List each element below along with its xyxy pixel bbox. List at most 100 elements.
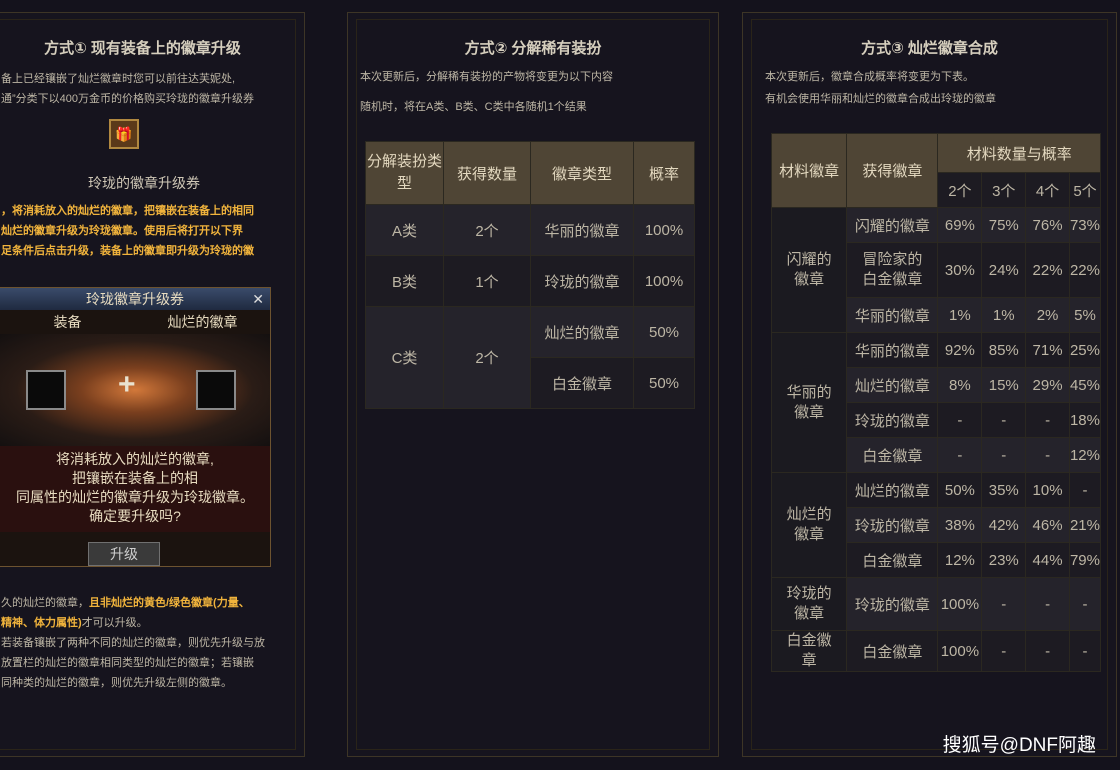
cell-prob: 46% xyxy=(1025,507,1070,543)
brilliant-badge-label: 灿烂的徽章 xyxy=(167,314,238,330)
cell-prob: 79% xyxy=(1068,542,1102,578)
cell-result: 华丽的徽章 xyxy=(846,332,939,368)
plus-icon: + xyxy=(118,368,136,401)
cell-result: 灿烂的徽章 xyxy=(846,472,939,508)
cell-prob: - xyxy=(1068,577,1102,631)
cell-prob: - xyxy=(1025,630,1070,672)
cell-result: 华丽的徽章 xyxy=(846,297,939,333)
cell-prob: 1% xyxy=(981,297,1027,333)
cell-result: 闪耀的徽章 xyxy=(846,207,939,243)
cell-prob: 30% xyxy=(937,242,983,298)
equipment-label: 装备 xyxy=(53,314,82,330)
cell-material: 玲珑的徽章 xyxy=(770,577,848,631)
cell-material: 灿烂的徽章 xyxy=(770,472,848,578)
panel-badge-upgrade: 方式① 现有装备上的徽章升级 备上已经镶嵌了灿烂徽章时您可以前往达芙妮处, 通”… xyxy=(0,12,305,757)
cell-prob: 2% xyxy=(1025,297,1070,333)
synthesis-table: 材料徽章 获得徽章 材料数量与概率 2个 3个 4个 5个 闪耀的徽章 闪耀的徽章… xyxy=(770,133,1102,672)
cell-prob: 44% xyxy=(1025,542,1070,578)
cell-type: B类 xyxy=(365,255,444,307)
cell-result: 冒险家的白金徽章 xyxy=(846,242,939,298)
window-columns: 装备 灿烂的徽章 xyxy=(0,310,270,334)
table-row: 灿烂的徽章 灿烂的徽章 50% 35% 10% - xyxy=(770,472,1102,578)
col-header: 获得数量 xyxy=(443,141,531,205)
cell-result: 玲珑的徽章 xyxy=(846,577,939,631)
badge-slot[interactable] xyxy=(196,370,236,410)
cell-prob: - xyxy=(981,630,1027,672)
count-header: 2个 xyxy=(937,172,983,208)
equipment-slot[interactable] xyxy=(26,370,66,410)
cell-prob: 1% xyxy=(937,297,983,333)
cell-prob: - xyxy=(1025,577,1070,631)
foot-highlight: 且非灿烂的黄色/绿色徽章(力量、 xyxy=(89,597,250,609)
col-header-material: 材料徽章 xyxy=(770,133,848,208)
cell-prob: 75% xyxy=(981,207,1027,243)
cell-prob: 38% xyxy=(937,507,983,543)
cell-prob: 21% xyxy=(1068,507,1102,543)
cell-badge: 灿烂的徽章 xyxy=(530,306,634,358)
cell-result: 灿烂的徽章 xyxy=(846,367,939,403)
cell-rate: 50% xyxy=(633,306,695,358)
disassemble-table: 分解装扮类型 获得数量 徽章类型 概率 A类 2个 华丽的徽章 100% B类 … xyxy=(365,141,695,409)
cell-result: 玲珑的徽章 xyxy=(846,507,939,543)
cell-qty: 1个 xyxy=(443,255,531,307)
table-row: A类 2个 华丽的徽章 100% xyxy=(365,204,695,256)
cell-result: 白金徽章 xyxy=(846,542,939,578)
col-header-prob: 材料数量与概率 xyxy=(937,133,1101,173)
note-line: 本次更新后，徽章合成概率将变更为下表。 xyxy=(765,71,974,83)
col-header: 分解装扮类型 xyxy=(365,141,444,205)
panel-title: 方式① 现有装备上的徽章升级 xyxy=(44,40,241,57)
cell-prob: - xyxy=(1025,402,1070,438)
foot-text: 才可以升级。 xyxy=(81,617,148,629)
cell-prob: 76% xyxy=(1025,207,1070,243)
watermark: 搜狐号@DNF阿趣 xyxy=(942,735,1096,756)
table-header-row: 材料徽章 获得徽章 材料数量与概率 xyxy=(770,133,1101,208)
close-icon[interactable]: ✕ xyxy=(252,288,264,310)
cell-prob: 18% xyxy=(1068,402,1102,438)
cell-type: C类 xyxy=(365,306,444,409)
cell-prob: 85% xyxy=(981,332,1027,368)
cell-prob: 35% xyxy=(981,472,1027,508)
cell-prob: - xyxy=(937,437,983,473)
desc-line: 足条件后点击升级，装备上的徽章即升级为玲珑的徽 xyxy=(1,245,254,257)
cell-prob: 45% xyxy=(1068,367,1102,403)
cell-type: A类 xyxy=(365,204,444,256)
foot-highlight: 精神、体力属性) xyxy=(1,617,82,629)
count-header: 3个 xyxy=(981,172,1027,208)
cell-prob: 15% xyxy=(981,367,1027,403)
cell-material: 白金徽章 xyxy=(770,630,848,672)
note-line: 随机时，将在A类、B类、C类中各随机1个结果 xyxy=(360,101,587,113)
message-line: 确定要升级吗? xyxy=(89,508,181,524)
cell-prob: 8% xyxy=(937,367,983,403)
upgrade-button[interactable]: 升级 xyxy=(88,542,160,566)
cell-prob: 100% xyxy=(937,577,983,631)
message-line: 同属性的灿烂的徽章升级为玲珑徽章。 xyxy=(16,489,254,505)
panel-title: 方式② 分解稀有装扮 xyxy=(464,40,602,57)
table-header-row: 分解装扮类型 获得数量 徽章类型 概率 xyxy=(365,141,695,205)
cell-result: 白金徽章 xyxy=(846,630,939,672)
message-line: 将消耗放入的灿烂的徽章, xyxy=(56,451,214,467)
ticket-name: 玲珑的徽章升级券 xyxy=(88,175,200,191)
cell-prob: 10% xyxy=(1025,472,1070,508)
cell-qty: 2个 xyxy=(443,306,531,409)
cell-material: 华丽的徽章 xyxy=(770,332,848,473)
foot-text: 久的灿烂的徽章， xyxy=(1,597,89,609)
cell-prob: - xyxy=(1025,437,1070,473)
table-row: B类 1个 玲珑的徽章 100% xyxy=(365,255,695,307)
message-line: 把镶嵌在装备上的相 xyxy=(72,470,198,486)
cell-badge: 玲珑的徽章 xyxy=(530,255,634,307)
window-message: 将消耗放入的灿烂的徽章, 把镶嵌在装备上的相 同属性的灿烂的徽章升级为玲珑徽章。… xyxy=(0,446,270,532)
desc-line: 灿烂的徽章升级为玲珑徽章。使用后将打开以下界 xyxy=(1,225,243,237)
cell-prob: 23% xyxy=(981,542,1027,578)
col-header: 徽章类型 xyxy=(530,141,634,205)
cell-prob: - xyxy=(981,577,1027,631)
cell-rate: 100% xyxy=(633,255,695,307)
cell-prob: 5% xyxy=(1068,297,1102,333)
cell-prob: - xyxy=(1068,472,1102,508)
upgrade-ticket-icon: 🎁 xyxy=(109,119,139,149)
cell-prob: - xyxy=(1068,630,1102,672)
cell-badge: 白金徽章 xyxy=(530,357,634,409)
cell-rate: 50% xyxy=(633,357,695,409)
foot-line: 精神、体力属性)才可以升级。 xyxy=(1,613,148,633)
foot-line: 久的灿烂的徽章，且非灿烂的黄色/绿色徽章(力量、 xyxy=(1,593,250,613)
count-header: 5个 xyxy=(1068,172,1102,208)
